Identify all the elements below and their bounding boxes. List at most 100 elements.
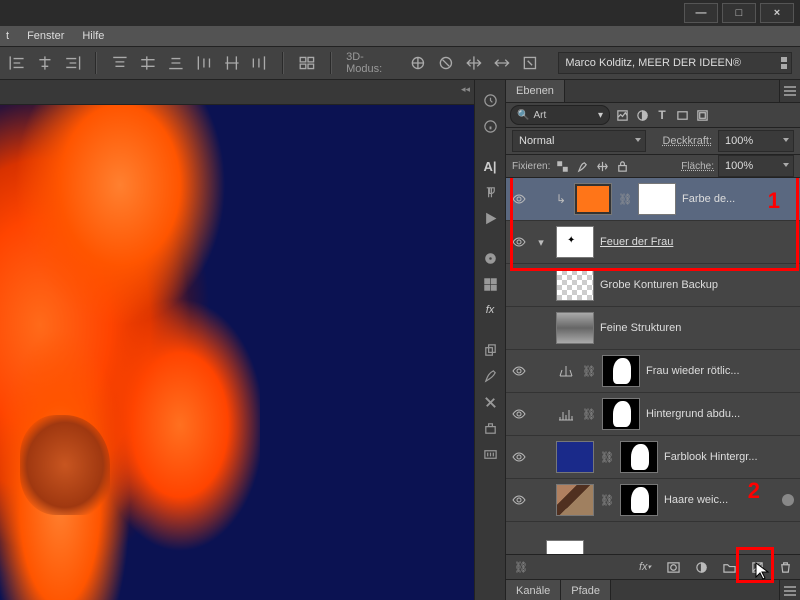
- delete-layer-icon[interactable]: [776, 559, 794, 575]
- actions-panel-icon[interactable]: [478, 442, 502, 466]
- layers-tab[interactable]: Ebenen: [506, 80, 565, 102]
- layer-search-dropdown[interactable]: 🔍 Art▾: [510, 105, 610, 125]
- align-hcenter-icon[interactable]: [36, 54, 54, 72]
- 3d-scale-icon[interactable]: [521, 54, 539, 72]
- layer-name[interactable]: Farblook Hintergr...: [664, 451, 794, 463]
- layer-fx-icon[interactable]: fx▾: [636, 559, 654, 575]
- layer-row[interactable]: ▾ ✦ Feuer der Frau: [506, 221, 800, 264]
- new-adjustment-icon[interactable]: [692, 559, 710, 575]
- layer-name[interactable]: Feuer der Frau: [600, 236, 794, 248]
- lock-all-icon[interactable]: [614, 158, 630, 174]
- layer-name[interactable]: Frau wieder rötlic...: [646, 365, 794, 377]
- visibility-toggle[interactable]: [512, 235, 526, 249]
- document-canvas[interactable]: [0, 105, 474, 600]
- visibility-toggle[interactable]: [512, 450, 526, 464]
- auto-align-icon[interactable]: [298, 54, 316, 72]
- panel-menu-icon[interactable]: [779, 80, 800, 102]
- lock-transparent-icon[interactable]: [554, 158, 570, 174]
- layer-thumbnail[interactable]: [556, 484, 594, 516]
- visibility-toggle[interactable]: [512, 407, 526, 421]
- mask-thumbnail[interactable]: [620, 441, 658, 473]
- group-toggle-icon[interactable]: ▾: [532, 236, 550, 249]
- distribute-right-icon[interactable]: [250, 54, 268, 72]
- filter-adjustment-icon[interactable]: [634, 107, 650, 123]
- mask-link-icon[interactable]: ⛓: [582, 365, 596, 378]
- mode3d-label: 3D-Modus:: [346, 51, 399, 75]
- layer-row[interactable]: ⛓ Frau wieder rötlic...: [506, 350, 800, 393]
- opacity-field[interactable]: 100%: [718, 130, 794, 152]
- visibility-toggle[interactable]: [512, 364, 526, 378]
- clone-panel-icon[interactable]: [478, 338, 502, 362]
- fill-field[interactable]: 100%: [718, 155, 794, 177]
- brushes-panel-icon[interactable]: [478, 364, 502, 388]
- layer-thumbnail[interactable]: [574, 183, 612, 215]
- layer-row[interactable]: Feine Strukturen: [506, 307, 800, 350]
- blend-mode-dropdown[interactable]: Normal: [512, 130, 646, 152]
- filter-pixel-icon[interactable]: [614, 107, 630, 123]
- play-panel-icon[interactable]: [478, 206, 502, 230]
- menu-help[interactable]: Hilfe: [82, 30, 104, 42]
- 3d-slide-icon[interactable]: [493, 54, 511, 72]
- mask-link-icon[interactable]: ⛓: [582, 408, 596, 421]
- visibility-toggle[interactable]: [512, 493, 526, 507]
- color-panel-icon[interactable]: [478, 246, 502, 270]
- collapse-dots-icon[interactable]: ◂◂: [461, 84, 470, 95]
- layer-row[interactable]: Grobe Konturen Backup: [506, 264, 800, 307]
- distribute-hcenter-icon[interactable]: [223, 54, 241, 72]
- 3d-roll-icon[interactable]: [437, 54, 455, 72]
- layer-name[interactable]: Feine Strukturen: [600, 322, 794, 334]
- layer-row[interactable]: ⛓ Farblook Hintergr...: [506, 436, 800, 479]
- add-mask-icon[interactable]: [664, 559, 682, 575]
- distribute-top-icon[interactable]: [111, 54, 129, 72]
- mask-thumbnail[interactable]: [638, 183, 676, 215]
- workspace-dropdown[interactable]: Marco Kolditz, MEER DER IDEEN®: [558, 52, 792, 74]
- smart-filter-icon[interactable]: [782, 494, 794, 506]
- layer-thumbnail[interactable]: [556, 269, 594, 301]
- layer-thumbnail[interactable]: ✦: [556, 226, 594, 258]
- mask-thumbnail[interactable]: [620, 484, 658, 516]
- character-panel-icon[interactable]: A|: [478, 154, 502, 178]
- distribute-left-icon[interactable]: [195, 54, 213, 72]
- align-left-icon[interactable]: [8, 54, 26, 72]
- mask-link-icon[interactable]: ⛓: [600, 451, 614, 464]
- brush-presets-icon[interactable]: [478, 390, 502, 414]
- filter-shape-icon[interactable]: [674, 107, 690, 123]
- maximize-button[interactable]: □: [722, 3, 756, 23]
- panel-menu-icon[interactable]: [779, 580, 800, 600]
- filter-smart-icon[interactable]: [694, 107, 710, 123]
- mask-link-icon[interactable]: ⛓: [618, 193, 632, 206]
- mask-thumbnail[interactable]: [602, 355, 640, 387]
- new-group-icon[interactable]: [720, 559, 738, 575]
- link-layers-icon[interactable]: ⛓: [512, 559, 530, 575]
- layer-row[interactable]: ↳ ⛓ Farbe de...: [506, 178, 800, 221]
- swatches-panel-icon[interactable]: [478, 272, 502, 296]
- align-right-icon[interactable]: [64, 54, 82, 72]
- menu-partial[interactable]: t: [6, 30, 9, 42]
- visibility-toggle[interactable]: [512, 192, 526, 206]
- history-panel-icon[interactable]: [478, 88, 502, 112]
- mask-thumbnail[interactable]: [602, 398, 640, 430]
- 3d-drag-icon[interactable]: [465, 54, 483, 72]
- partial-layer-thumbnail[interactable]: [546, 540, 584, 554]
- minimize-button[interactable]: —: [684, 3, 718, 23]
- lock-position-icon[interactable]: [594, 158, 610, 174]
- lock-image-icon[interactable]: [574, 158, 590, 174]
- 3d-rotate-icon[interactable]: [409, 54, 427, 72]
- distribute-vcenter-icon[interactable]: [139, 54, 157, 72]
- mask-link-icon[interactable]: ⛓: [600, 494, 614, 507]
- channels-tab[interactable]: Kanäle: [506, 580, 561, 600]
- paths-tab[interactable]: Pfade: [561, 580, 611, 600]
- layer-name[interactable]: Hintergrund abdu...: [646, 408, 794, 420]
- tool-presets-icon[interactable]: [478, 416, 502, 440]
- close-button[interactable]: ×: [760, 3, 794, 23]
- layer-name[interactable]: Grobe Konturen Backup: [600, 279, 794, 291]
- distribute-bottom-icon[interactable]: [167, 54, 185, 72]
- layer-row[interactable]: ⛓ Hintergrund abdu...: [506, 393, 800, 436]
- layer-thumbnail[interactable]: [556, 441, 594, 473]
- info-panel-icon[interactable]: [478, 114, 502, 138]
- styles-panel-icon[interactable]: fx: [478, 298, 502, 322]
- paragraph-panel-icon[interactable]: [478, 180, 502, 204]
- layer-thumbnail[interactable]: [556, 312, 594, 344]
- filter-type-icon[interactable]: T: [654, 107, 670, 123]
- menu-window[interactable]: Fenster: [27, 30, 64, 42]
